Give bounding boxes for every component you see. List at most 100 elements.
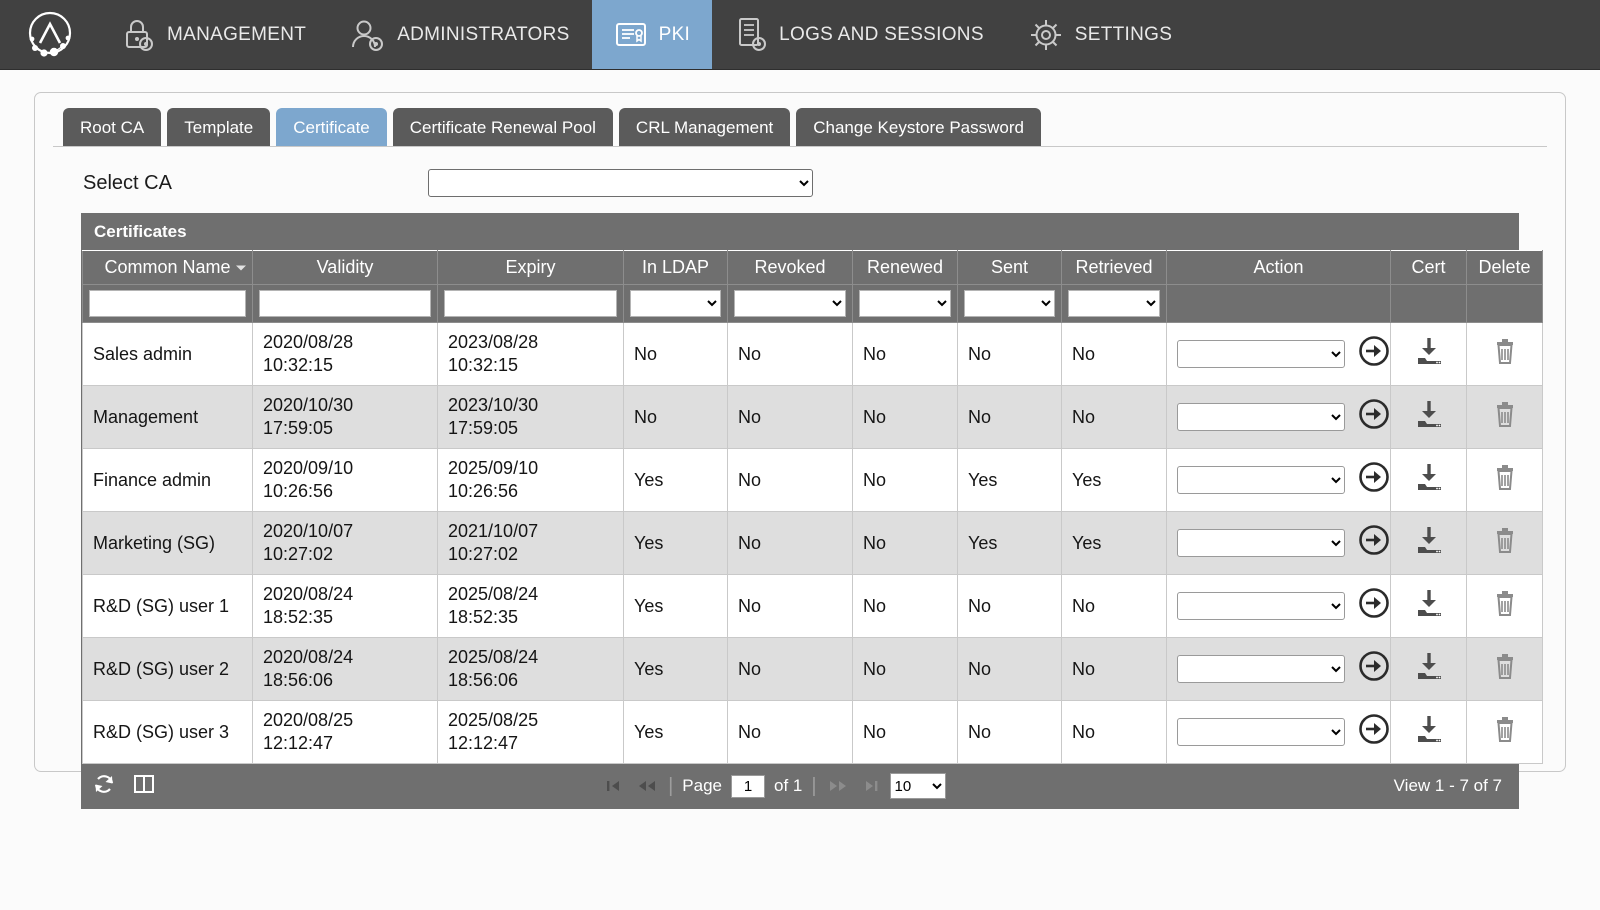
filter-select-in-ldap[interactable] [630, 290, 721, 317]
filter-row [82, 284, 1543, 323]
first-page-icon[interactable] [604, 779, 626, 793]
columns-icon[interactable] [132, 772, 156, 801]
action-select[interactable] [1177, 403, 1345, 432]
common-name-text: Finance admin [93, 469, 212, 490]
filter-cell-validity [252, 284, 438, 323]
trash-icon[interactable] [1490, 587, 1520, 625]
tab-certificate[interactable]: Certificate [276, 107, 387, 146]
nav-item-logs-and-sessions[interactable]: LOGS AND SESSIONS [712, 0, 1006, 69]
common-name-text: Sales admin [93, 343, 193, 364]
column-label: Action [1253, 257, 1304, 277]
page-size-select[interactable]: 10 [889, 773, 946, 800]
action-go-icon[interactable] [1357, 460, 1391, 500]
select-ca-dropdown[interactable] [428, 169, 813, 197]
lock-gear-icon [122, 16, 156, 54]
cell-cert [1390, 321, 1467, 387]
refresh-icon[interactable] [92, 772, 116, 801]
action-go-icon[interactable] [1357, 649, 1391, 689]
nav-item-settings[interactable]: SETTINGS [1006, 0, 1194, 69]
cell-revoked: No [727, 511, 853, 576]
action-select[interactable] [1177, 655, 1345, 684]
column-header-expiry[interactable]: Expiry [437, 250, 624, 285]
trash-icon[interactable] [1490, 335, 1520, 373]
nav-item-administrators[interactable]: ADMINISTRATORS [328, 0, 591, 69]
table-row[interactable]: R&D (SG) user 3 2020/08/25 12:12:47 2025/08… [82, 700, 1543, 765]
action-select[interactable] [1177, 466, 1345, 495]
filter-input-common-name[interactable] [89, 290, 246, 317]
last-page-icon[interactable] [859, 779, 881, 793]
sent-value: No [968, 721, 992, 742]
table-row[interactable]: Management 2020/10/30 17:59:05 2023/10/30 17… [82, 385, 1543, 450]
cell-retrieved: Yes [1061, 511, 1167, 576]
filter-input-validity[interactable] [259, 290, 431, 317]
cell-common-name: Sales admin [82, 321, 253, 387]
page-number-input[interactable] [730, 774, 765, 798]
action-go-icon[interactable] [1357, 397, 1391, 437]
nav-item-management[interactable]: MANAGEMENT [100, 0, 328, 69]
expiry-date: 2025/09/10 [448, 458, 539, 479]
filter-select-revoked[interactable] [734, 290, 846, 317]
tab-template[interactable]: Template [167, 107, 271, 146]
sent-value: No [968, 343, 992, 364]
tab-crl-management[interactable]: CRL Management [618, 107, 791, 146]
download-icon[interactable] [1412, 525, 1446, 561]
download-icon[interactable] [1412, 651, 1446, 687]
column-header-renewed[interactable]: Renewed [852, 250, 958, 285]
table-row[interactable]: Finance admin 2020/09/10 10:26:56 2025/09/1… [82, 448, 1543, 513]
table-row[interactable]: Sales admin 2020/08/28 10:32:15 2023/08/28 1… [82, 321, 1543, 387]
select-ca-row: Select CA [53, 169, 1547, 197]
cell-cert [1390, 637, 1467, 702]
download-icon[interactable] [1412, 588, 1446, 624]
filter-select-sent[interactable] [964, 290, 1055, 317]
page-label: Page [682, 776, 722, 796]
column-header-validity[interactable]: Validity [252, 250, 438, 285]
tab-change-keystore-password[interactable]: Change Keystore Password [796, 107, 1041, 146]
trash-icon[interactable] [1490, 398, 1520, 436]
download-icon[interactable] [1412, 336, 1446, 372]
trash-icon[interactable] [1490, 650, 1520, 688]
table-row[interactable]: Marketing (SG) 2020/10/07 10:27:02 2021/10/… [82, 511, 1543, 576]
app-logo[interactable] [0, 0, 100, 69]
cell-in-ldap: No [623, 385, 728, 450]
previous-page-icon[interactable] [635, 779, 659, 793]
action-select[interactable] [1177, 718, 1345, 747]
table-row[interactable]: R&D (SG) user 2 2020/08/24 18:56:06 2025/08… [82, 637, 1543, 702]
action-select[interactable] [1177, 592, 1345, 621]
action-go-icon[interactable] [1357, 586, 1391, 626]
action-go-icon[interactable] [1357, 334, 1391, 374]
renewed-value: No [863, 532, 887, 553]
tab-certificate-renewal-pool[interactable]: Certificate Renewal Pool [392, 107, 613, 146]
filter-select-retrieved[interactable] [1068, 290, 1160, 317]
certificate-icon [614, 19, 648, 51]
column-header-sent[interactable]: Sent [957, 250, 1062, 285]
action-select[interactable] [1177, 529, 1345, 558]
column-header-in-ldap[interactable]: In LDAP [623, 250, 728, 285]
action-select[interactable] [1177, 340, 1345, 369]
renewed-value: No [863, 658, 887, 679]
cell-sent: No [957, 385, 1062, 450]
download-icon[interactable] [1412, 399, 1446, 435]
download-icon[interactable] [1412, 714, 1446, 750]
cell-revoked: No [727, 448, 853, 513]
pagination-divider-right: | [811, 774, 817, 797]
column-header-retrieved[interactable]: Retrieved [1061, 250, 1167, 285]
action-go-icon[interactable] [1357, 712, 1391, 752]
action-go-icon[interactable] [1357, 523, 1391, 563]
trash-icon[interactable] [1490, 524, 1520, 562]
in-ldap-value: No [634, 406, 658, 427]
table-row[interactable]: R&D (SG) user 1 2020/08/24 18:52:35 2025/08… [82, 574, 1543, 639]
expiry-time: 18:52:35 [448, 607, 519, 628]
revoked-value: No [738, 343, 762, 364]
trash-icon[interactable] [1490, 713, 1520, 751]
filter-select-renewed[interactable] [859, 290, 951, 317]
next-page-icon[interactable] [826, 779, 850, 793]
validity-date: 2020/08/25 [263, 710, 354, 731]
column-header-common-name[interactable]: Common Name [82, 250, 253, 285]
nav-item-pki[interactable]: PKI [591, 0, 713, 69]
tab-root-ca[interactable]: Root CA [63, 107, 162, 146]
download-icon[interactable] [1412, 462, 1446, 498]
trash-icon[interactable] [1490, 461, 1520, 499]
in-ldap-value: Yes [634, 721, 664, 742]
filter-input-expiry[interactable] [444, 290, 617, 317]
column-header-revoked[interactable]: Revoked [727, 250, 853, 285]
